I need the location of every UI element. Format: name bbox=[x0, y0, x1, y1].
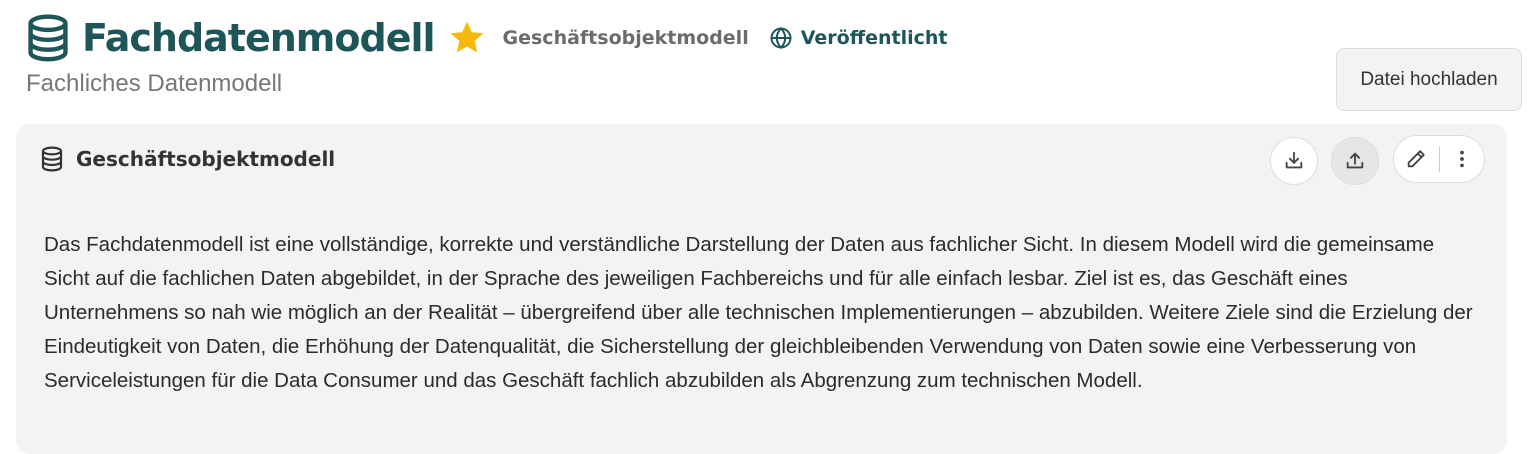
more-options-button[interactable] bbox=[1440, 136, 1485, 182]
panel-header: Geschäftsobjektmodell bbox=[40, 146, 335, 172]
globe-icon bbox=[770, 27, 792, 49]
edit-button[interactable] bbox=[1394, 136, 1439, 182]
model-description: Das Fachdatenmodell ist eine vollständig… bbox=[44, 233, 1473, 392]
upload-file-button[interactable]: Datei hochladen bbox=[1336, 48, 1522, 111]
model-panel: Geschäftsobjektmodell Das Fachdatenmodel… bbox=[16, 124, 1507, 454]
more-vertical-icon bbox=[1459, 150, 1464, 168]
upload-icon bbox=[1346, 152, 1364, 169]
status-label: Veröffentlicht bbox=[800, 27, 948, 49]
pencil-icon bbox=[1408, 150, 1425, 168]
star-icon[interactable] bbox=[447, 18, 487, 58]
page-header: Fachdatenmodell Geschäftsobjektmodell Ve… bbox=[26, 14, 947, 62]
panel-title: Geschäftsobjektmodell bbox=[76, 147, 336, 171]
model-type-label: Geschäftsobjektmodell bbox=[502, 27, 749, 49]
page-title: Fachdatenmodell bbox=[82, 16, 436, 60]
database-icon bbox=[28, 14, 68, 62]
page-subtitle: Fachliches Datenmodell bbox=[26, 70, 283, 97]
status-badge: Veröffentlicht bbox=[769, 26, 948, 50]
upload-button[interactable] bbox=[1331, 137, 1379, 185]
download-icon bbox=[1285, 151, 1303, 169]
database-icon bbox=[41, 146, 63, 172]
download-button[interactable] bbox=[1270, 137, 1318, 185]
edit-actions-group bbox=[1393, 135, 1485, 183]
